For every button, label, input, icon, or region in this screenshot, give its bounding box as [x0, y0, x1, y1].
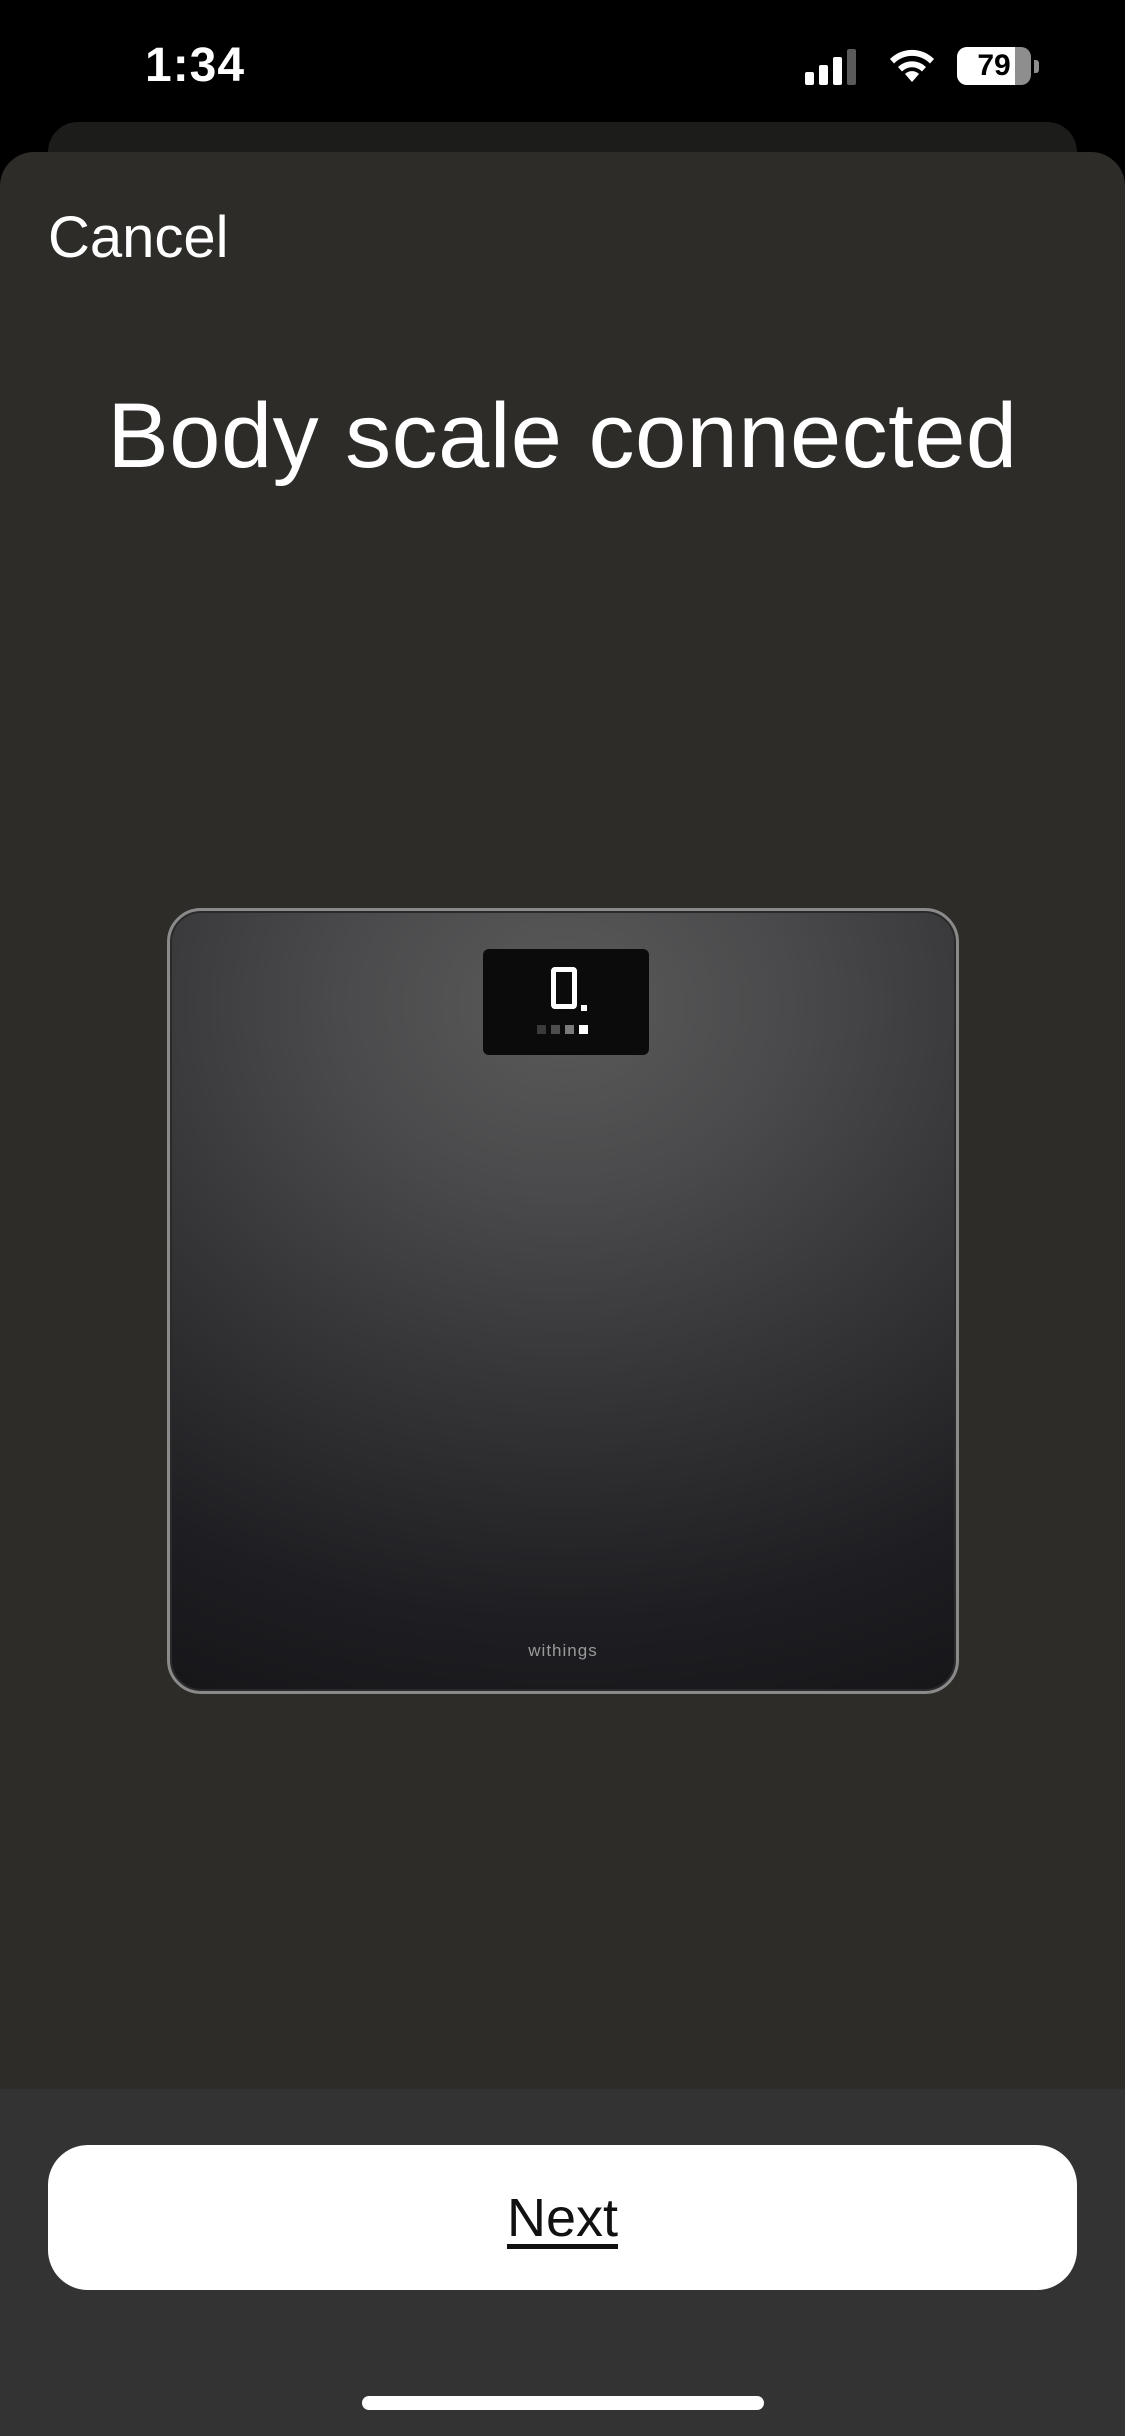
home-indicator[interactable]	[362, 2396, 764, 2410]
battery-icon: 79	[957, 47, 1039, 85]
bottom-bar: Next	[0, 2089, 1125, 2436]
scale-brand-label: withings	[528, 1641, 598, 1660]
battery-body: 79	[957, 47, 1031, 85]
status-bar: 1:34 79	[0, 0, 1125, 130]
page-title: Body scale connected	[107, 385, 1018, 487]
signal-icon	[805, 47, 861, 85]
scale-display-digit	[551, 967, 577, 1009]
wifi-icon	[890, 49, 934, 82]
body-scale-illustration: withings	[167, 908, 959, 1694]
battery-level: 79	[977, 49, 1011, 82]
battery-cap	[1034, 59, 1039, 73]
cancel-button[interactable]: Cancel	[48, 204, 229, 271]
scale-display-dot	[581, 1005, 587, 1011]
scale-progress-dots	[537, 1025, 593, 1034]
next-button[interactable]: Next	[48, 2145, 1077, 2290]
screen: 1:34 79 Cancel Body scale connected with…	[0, 0, 1125, 2436]
status-time: 1:34	[145, 39, 246, 92]
scale-display	[483, 949, 649, 1055]
status-icons: 79	[805, 44, 1039, 88]
